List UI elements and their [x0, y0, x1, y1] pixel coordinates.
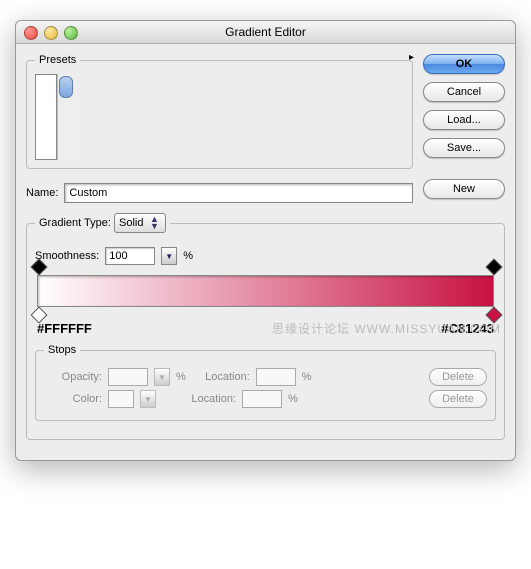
save-button[interactable]: Save...	[423, 138, 505, 158]
flyout-icon[interactable]: ▸	[409, 52, 414, 63]
opacity-location-input	[256, 368, 296, 386]
opacity-label: Opacity:	[44, 371, 102, 383]
delete-opacity-button: Delete	[429, 368, 487, 386]
left-hex: #FFFFFF	[37, 321, 92, 336]
color-swatch	[108, 390, 134, 408]
opacity-stop-left[interactable]	[33, 261, 43, 273]
color-stepper: ▼	[140, 390, 156, 408]
opacity-stop-right[interactable]	[488, 261, 498, 273]
location-label: Location:	[192, 371, 250, 383]
smoothness-stepper[interactable]: ▼	[161, 247, 177, 265]
watermark: 思缘设计论坛 WWW.MISSYUAN.COM	[272, 320, 501, 337]
color-location-input	[242, 390, 282, 408]
zoom-icon[interactable]	[64, 26, 78, 40]
presets-group: Presets ▸	[26, 54, 413, 169]
color-label: Color:	[44, 393, 102, 405]
minimize-icon[interactable]	[44, 26, 58, 40]
close-icon[interactable]	[24, 26, 38, 40]
gradient-type-legend: Gradient Type: Solid ▲▼	[35, 213, 170, 233]
select-arrows-icon: ▲▼	[147, 216, 161, 230]
title-bar: Gradient Editor	[16, 21, 515, 44]
smoothness-label: Smoothness:	[35, 250, 99, 262]
new-button[interactable]: New	[423, 179, 505, 199]
stops-group: Stops Opacity: ▼ % Location: % Delete Co…	[35, 344, 496, 421]
color-stop-left[interactable]	[33, 309, 43, 321]
preset-swatch[interactable]	[54, 131, 56, 159]
gradient-type-select[interactable]: Solid ▲▼	[114, 213, 166, 233]
color-stop-right[interactable]	[488, 309, 498, 321]
window-title: Gradient Editor	[225, 25, 306, 39]
location-label-2: Location:	[178, 393, 236, 405]
ok-button[interactable]: OK	[423, 54, 505, 74]
delete-color-button: Delete	[429, 390, 487, 408]
scroll-thumb[interactable]	[59, 76, 73, 98]
cancel-button[interactable]: Cancel	[423, 82, 505, 102]
gradient-bar[interactable]	[37, 275, 494, 307]
presets-legend: Presets	[35, 54, 80, 66]
stops-legend: Stops	[44, 344, 80, 356]
opacity-input	[108, 368, 148, 386]
opacity-stepper: ▼	[154, 368, 170, 386]
preset-swatch[interactable]	[54, 75, 56, 103]
preset-swatch[interactable]	[54, 103, 56, 131]
smoothness-input[interactable]	[105, 247, 155, 265]
preset-grid	[35, 74, 57, 160]
load-button[interactable]: Load...	[423, 110, 505, 130]
name-label: Name:	[26, 187, 58, 199]
name-input[interactable]	[64, 183, 413, 203]
preset-scrollbar[interactable]	[57, 74, 74, 160]
